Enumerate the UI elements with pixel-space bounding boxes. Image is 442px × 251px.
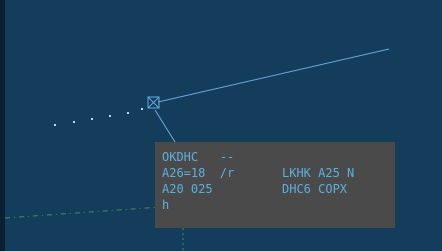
track-label[interactable]: OKDHC -- A26=18 /r LKHK A25 N A20 025 DH… — [155, 142, 395, 228]
label-leader-line — [154, 109, 176, 143]
square-cross-target-icon[interactable] — [147, 96, 160, 109]
history-dot — [73, 121, 75, 123]
history-dot — [127, 112, 129, 114]
callsign-line[interactable]: OKDHC -- — [162, 150, 234, 164]
history-dot — [141, 108, 143, 110]
altitude-speed-line[interactable]: A20 025 — [162, 182, 213, 196]
history-trail — [54, 108, 143, 126]
route-line — [5, 205, 176, 219]
history-dot — [91, 118, 93, 120]
history-dot — [109, 115, 111, 117]
speed-vector-line — [157, 48, 390, 103]
handoff-indicator[interactable]: h — [162, 198, 169, 212]
history-dot — [54, 124, 56, 126]
level-line[interactable]: A26=18 /r — [162, 166, 234, 180]
radar-screen: OKDHC -- A26=18 /r LKHK A25 N A20 025 DH… — [0, 0, 442, 251]
type-waypoint-line[interactable]: DHC6 COPX — [282, 182, 347, 196]
radar-scope[interactable]: OKDHC -- A26=18 /r LKHK A25 N A20 025 DH… — [5, 0, 442, 251]
destination-line[interactable]: LKHK A25 N — [282, 166, 354, 180]
